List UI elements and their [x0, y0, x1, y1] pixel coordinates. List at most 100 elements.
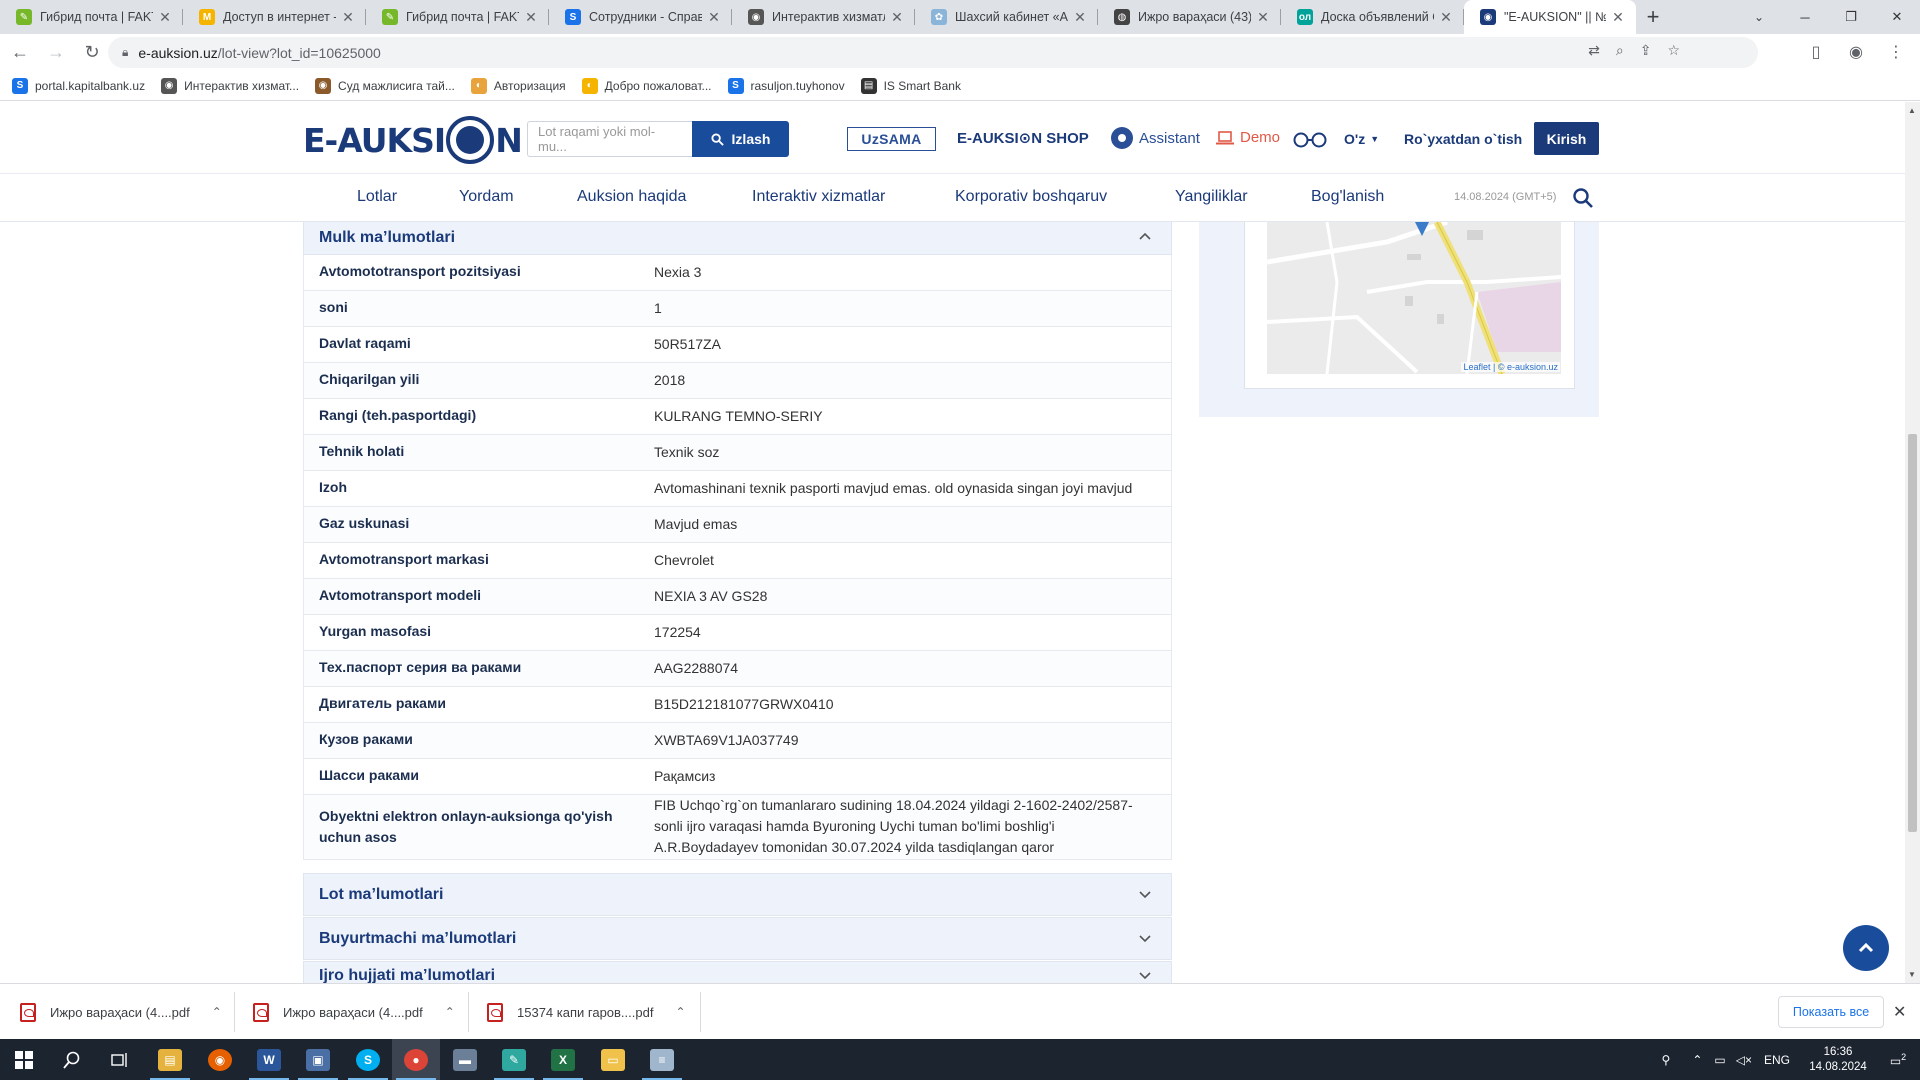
- register-link[interactable]: Ro`yxatdan o`tish: [1404, 131, 1522, 147]
- taskbar-folder[interactable]: ▭: [589, 1039, 637, 1080]
- close-tab-icon[interactable]: ✕: [157, 9, 173, 26]
- pen-icon[interactable]: ⚲: [1662, 1053, 1671, 1067]
- close-tab-icon[interactable]: ✕: [1072, 9, 1088, 26]
- nav-yordam[interactable]: Yordam: [459, 188, 514, 206]
- taskbar-app-floppy[interactable]: ▣: [294, 1039, 342, 1080]
- close-tab-icon[interactable]: ✕: [340, 9, 356, 26]
- browser-tab[interactable]: ◉ Интерактив хизматла ✕: [732, 0, 915, 34]
- start-button[interactable]: [0, 1039, 48, 1080]
- task-view-button[interactable]: [96, 1039, 144, 1080]
- lock-icon[interactable]: 🔒︎: [122, 45, 128, 60]
- browser-tab[interactable]: ◉ "E-AUKSION" || №106 ✕: [1464, 0, 1636, 34]
- bookmark-item[interactable]: Sportal.kapitalbank.uz: [12, 77, 145, 94]
- taskbar-excel[interactable]: X: [539, 1039, 587, 1080]
- bookmark-item[interactable]: ◐ Авторизация: [470, 77, 566, 94]
- browser-tab[interactable]: M Доступ в интернет - К ✕: [183, 0, 366, 34]
- close-tab-icon[interactable]: ✕: [1610, 9, 1626, 26]
- scrollbar-thumb[interactable]: [1908, 434, 1917, 832]
- bookmark-item[interactable]: ▤ IS Smart Bank: [860, 77, 961, 94]
- profile-icon[interactable]: ◉: [1840, 36, 1872, 68]
- forward-icon[interactable]: →: [40, 37, 72, 69]
- taskbar-chrome[interactable]: ●: [392, 1039, 440, 1080]
- nav-boglanish[interactable]: Bog'lanish: [1311, 188, 1384, 206]
- nav-korporativ-boshqaruv[interactable]: Korporativ boshqaruv: [955, 188, 1107, 206]
- network-icon[interactable]: ▭: [1714, 1053, 1725, 1067]
- uzsama-logo[interactable]: UzSAMA: [847, 127, 936, 151]
- input-language[interactable]: ENG: [1764, 1053, 1790, 1067]
- chevron-up-icon[interactable]: ⌃: [445, 1005, 455, 1019]
- close-tab-icon[interactable]: ✕: [706, 9, 722, 26]
- taskbar-word[interactable]: W: [245, 1039, 293, 1080]
- menu-icon[interactable]: ⋮: [1880, 36, 1912, 68]
- taskbar-explorer[interactable]: ▤: [146, 1039, 194, 1080]
- e-auksion-shop-link[interactable]: E-AUKSI⊙N SHOP: [957, 129, 1089, 147]
- show-all-downloads-button[interactable]: Показать все: [1778, 996, 1884, 1028]
- close-tab-icon[interactable]: ✕: [1255, 9, 1271, 26]
- browser-tab[interactable]: ✎ Гибрид почта | FAKTU ✕: [0, 0, 183, 34]
- demo-link[interactable]: Demo: [1216, 129, 1280, 146]
- bookmark-star-icon[interactable]: ☆: [1667, 42, 1680, 59]
- nav-yangiliklar[interactable]: Yangiliklar: [1175, 188, 1248, 206]
- bookmark-item[interactable]: ◉ Интерактив хизмат...: [161, 77, 299, 94]
- close-window-icon[interactable]: ✕: [1874, 0, 1920, 34]
- close-tab-icon[interactable]: ✕: [1438, 9, 1454, 26]
- taskbar-firefox[interactable]: ◉: [196, 1039, 244, 1080]
- download-item[interactable]: Ижро вараҳаси (4....pdf ⌃: [20, 994, 222, 1030]
- page-scrollbar[interactable]: ▲ ▼: [1905, 102, 1920, 983]
- translate-icon[interactable]: ⇄: [1588, 42, 1600, 59]
- taskbar-skype[interactable]: S: [344, 1039, 392, 1080]
- minimize-icon[interactable]: ─: [1782, 0, 1828, 34]
- volume-icon[interactable]: ◁×: [1736, 1053, 1752, 1067]
- zoom-icon[interactable]: ⌕: [1616, 42, 1624, 59]
- leaflet-link[interactable]: Leaflet: [1463, 362, 1490, 372]
- tray-overflow-icon[interactable]: ⌃: [1692, 1053, 1702, 1067]
- chevron-up-icon[interactable]: ⌃: [212, 1005, 222, 1019]
- download-item[interactable]: Ижро вараҳаси (4....pdf ⌃: [253, 994, 455, 1030]
- maximize-icon[interactable]: ❐: [1828, 0, 1874, 34]
- browser-tab[interactable]: ✿ Шахсий кабинет «АДЛ ✕: [915, 0, 1098, 34]
- e-auksion-logo[interactable]: E-AUKSI N: [303, 116, 523, 164]
- accessibility-glasses-icon[interactable]: [1293, 132, 1327, 148]
- tab-search-icon[interactable]: ⌄: [1744, 0, 1774, 34]
- back-icon[interactable]: ←: [4, 37, 36, 69]
- section-lot-header[interactable]: Lot ma’lumotlari: [303, 873, 1172, 916]
- nav-interaktiv-xizmatlar[interactable]: Interaktiv xizmatlar: [752, 188, 885, 206]
- lot-search-input[interactable]: Lot raqami yoki mol-mu...: [527, 121, 692, 157]
- location-map[interactable]: [1267, 222, 1561, 374]
- nav-lotlar[interactable]: Lotlar: [357, 188, 397, 206]
- browser-tab[interactable]: ол Доска объявлений ОЛ ✕: [1281, 0, 1464, 34]
- nav-search-icon[interactable]: [1572, 187, 1594, 209]
- browser-tab[interactable]: ◍ Ижро вараҳаси (43).р ✕: [1098, 0, 1281, 34]
- section-mulk-header[interactable]: Mulk ma’lumotlari: [303, 222, 1172, 255]
- taskbar-scanner[interactable]: ▬: [441, 1039, 489, 1080]
- nav-auksion-haqida[interactable]: Auksion haqida: [577, 188, 686, 206]
- browser-tab[interactable]: ✎ Гибрид почта | FAKTU ✕: [366, 0, 549, 34]
- scroll-to-top-button[interactable]: [1843, 925, 1889, 971]
- reload-icon[interactable]: ↻: [76, 37, 108, 69]
- close-tab-icon[interactable]: ✕: [889, 9, 905, 26]
- assistant-link[interactable]: Assistant: [1111, 127, 1200, 149]
- language-select[interactable]: O'z ▼: [1344, 131, 1379, 147]
- close-downloads-icon[interactable]: ✕: [1893, 1002, 1906, 1022]
- search-taskbar-button[interactable]: [48, 1039, 96, 1080]
- share-icon[interactable]: ⇪: [1640, 42, 1652, 59]
- browser-tab[interactable]: S Сотрудники - Справо ✕: [549, 0, 732, 34]
- chevron-up-icon[interactable]: ⌃: [675, 1005, 685, 1019]
- address-bar[interactable]: 🔒︎ e-auksion.uz/lot-view?lot_id=10625000: [108, 37, 1758, 68]
- bookmark-item[interactable]: Srasuljon.tuyhonov: [727, 77, 845, 94]
- scroll-down-arrow-icon[interactable]: ▼: [1908, 970, 1916, 979]
- bookmark-item[interactable]: ◐ Добро пожаловат...: [581, 77, 712, 94]
- scroll-up-arrow-icon[interactable]: ▲: [1908, 106, 1916, 115]
- clock[interactable]: 16:36 14.08.2024: [1800, 1045, 1876, 1075]
- close-tab-icon[interactable]: ✕: [523, 9, 539, 26]
- search-button[interactable]: Izlash: [692, 121, 789, 157]
- taskbar-paint[interactable]: ✎: [490, 1039, 538, 1080]
- side-panel-icon[interactable]: ▯: [1800, 36, 1832, 68]
- download-item[interactable]: 15374 капи гаров....pdf ⌃: [487, 994, 686, 1030]
- login-button[interactable]: Kirish: [1534, 122, 1599, 155]
- notifications-icon[interactable]: ▭2: [1876, 1052, 1920, 1068]
- taskbar-notepad[interactable]: ≡: [638, 1039, 686, 1080]
- bookmark-item[interactable]: ◉ Суд мажлисига тай...: [315, 77, 455, 94]
- section-buyurtmachi-header[interactable]: Buyurtmachi ma’lumotlari: [303, 917, 1172, 960]
- section-ijro-header[interactable]: Ijro hujjati ma’lumotlari: [303, 961, 1172, 983]
